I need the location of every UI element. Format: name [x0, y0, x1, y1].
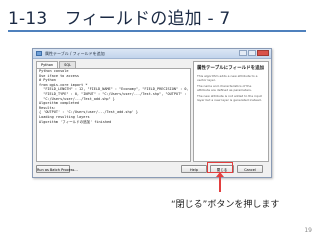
log-line: "FIELD_TYPE" : 0, "INPUT" : "C:/Users/us…: [39, 91, 187, 96]
tab-python[interactable]: Python: [36, 61, 59, 68]
help-text: The name and characteristics of the attr…: [197, 84, 252, 92]
log-line: Algorithm 'フィールドの追加' finished: [39, 119, 112, 124]
tab-sql[interactable]: SQL: [59, 61, 77, 68]
dialog-window: 属性テーブル / フィールドを追加 Python SQL Python cons…: [32, 48, 272, 178]
slide-title: 1-13 フィールドの追加 - 7: [8, 9, 231, 29]
help-text: This algorithm adds a new attribute to a…: [197, 74, 258, 82]
batch-process-button[interactable]: Run as Batch Process...: [36, 165, 78, 173]
close-icon[interactable]: [257, 50, 269, 56]
cancel-button[interactable]: Cancel: [237, 165, 263, 173]
maximize-icon[interactable]: [248, 50, 256, 56]
page-number: 19: [304, 227, 312, 234]
minimize-icon[interactable]: [239, 50, 247, 56]
callout-pointer: [219, 174, 221, 192]
help-panel: 属性テーブルにフィールドを追加 This algorithm adds a ne…: [193, 61, 269, 162]
title-underline: [8, 30, 306, 32]
window-controls: [239, 50, 269, 56]
app-icon: [36, 51, 42, 56]
help-button[interactable]: Help: [181, 165, 207, 173]
help-text: The new attribute is not added to the in…: [197, 94, 262, 102]
callout-text: “閉じる”ボタンを押します: [171, 200, 280, 210]
help-panel-title: 属性テーブルにフィールドを追加: [197, 66, 265, 71]
dialog-button-row: Run as Batch Process... Help 閉じる Cancel: [33, 165, 271, 174]
dialog-title: 属性テーブル / フィールドを追加: [45, 51, 105, 56]
dialog-tabs: Python SQL: [36, 61, 77, 68]
dialog-titlebar: 属性テーブル / フィールドを追加: [33, 49, 271, 59]
log-output[interactable]: Python console Use iface to access # Pyt…: [36, 68, 191, 162]
